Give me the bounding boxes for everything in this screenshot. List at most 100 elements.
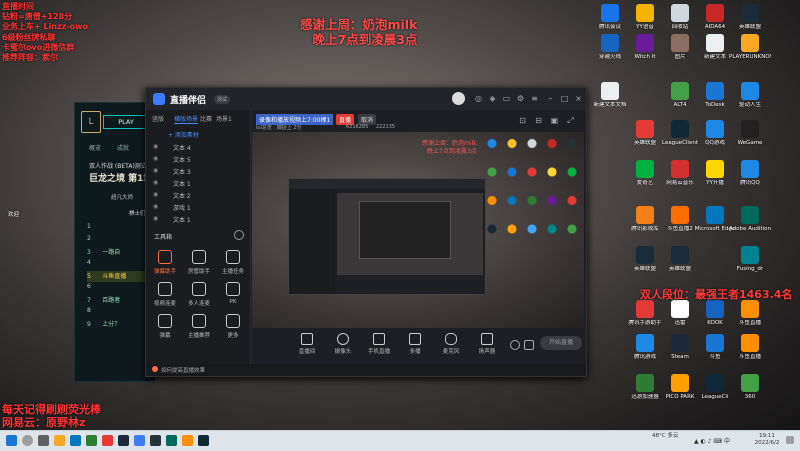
eye-icon[interactable]: ◉ <box>153 191 158 198</box>
add-source-button[interactable]: + 添加素材 <box>168 130 199 139</box>
desktop-icon[interactable]: 斗鱼直播2 <box>662 206 698 242</box>
tab-portrait[interactable]: 竖版 <box>152 114 164 123</box>
live-room-button[interactable]: 直播间 <box>292 332 322 355</box>
streamer-app-icon[interactable] <box>134 435 145 446</box>
more-tools-button[interactable]: 更多 <box>218 312 248 342</box>
start-live-button[interactable]: 开始直播 <box>540 336 582 350</box>
shirt-icon[interactable]: ◈ <box>488 94 497 103</box>
desktop-icon[interactable]: Adobe Audition <box>729 206 771 242</box>
lock-icon[interactable]: ⊡ <box>518 116 527 125</box>
clock[interactable]: 19:11 2022/6/2 <box>752 433 782 447</box>
desktop-icon[interactable]: LeagueCli <box>697 374 733 410</box>
status-text[interactable]: 如何提高直播效果 <box>161 366 205 374</box>
eye-icon[interactable]: ◉ <box>153 143 158 150</box>
layer-item[interactable]: ◉ 文本 1 <box>153 215 245 226</box>
speaker-button[interactable]: 扬声器 <box>472 332 502 355</box>
notification-icon[interactable] <box>786 436 794 444</box>
eye-icon[interactable]: ◉ <box>153 179 158 186</box>
desktop-icon[interactable]: 英雄联盟 <box>627 246 663 282</box>
gift-icon[interactable]: ◎ <box>474 94 483 103</box>
audition-icon[interactable] <box>166 435 177 446</box>
game-client-window[interactable]: L PLAY 概览 成就 双人作战 (BETA)测试 巨龙之境 第1章 超凡大师… <box>74 102 156 382</box>
screenshot-icon[interactable] <box>524 340 534 350</box>
douyu-icon[interactable] <box>182 435 193 446</box>
layer-item[interactable]: ◉ 文本 3 <box>153 167 245 178</box>
search-icon[interactable] <box>22 435 33 446</box>
stream-preview[interactable]: 感谢上周：奶泡milk 晚上7点到凌晨3点 <box>252 132 584 328</box>
close-icon[interactable]: × <box>574 94 583 103</box>
desktop-icon[interactable]: WeGame <box>732 120 768 156</box>
danmu-helper-button[interactable]: 弹幕助手 <box>150 248 180 278</box>
settings-icon[interactable]: ⚙ <box>516 94 525 103</box>
wechat-icon[interactable] <box>86 435 97 446</box>
file-explorer-icon[interactable] <box>54 435 65 446</box>
layer-item[interactable]: ◉ 文本 4 <box>153 143 245 154</box>
eye-icon[interactable]: ◉ <box>153 215 158 222</box>
screen-icon[interactable]: ▣ <box>550 116 559 125</box>
desktop-icon[interactable]: 腾讯QQ <box>732 160 768 196</box>
desktop-icon[interactable]: KOOK <box>697 300 733 336</box>
tab-landscape[interactable]: 横版场景 <box>174 114 199 124</box>
desktop-icon[interactable]: 360 <box>732 374 768 410</box>
chat-icon[interactable]: ▭ <box>502 94 511 103</box>
layer-item[interactable]: ◉ 游戏 1 <box>153 203 245 214</box>
desktop-icon[interactable]: 英雄联盟 <box>627 120 663 156</box>
multi-link-button[interactable]: 多人连麦 <box>184 280 214 310</box>
desktop-icon[interactable]: 图片 <box>662 34 698 70</box>
tray-icons[interactable]: ▲ ◐ ♪ ⌨ 中 <box>694 436 730 445</box>
desktop-icon[interactable]: 迅雷 <box>662 300 698 336</box>
danmu-button[interactable]: 弹幕 <box>150 312 180 342</box>
microphone-button[interactable]: 麦克风 <box>436 332 466 355</box>
pk-button[interactable]: PK <box>218 280 248 310</box>
layer-item[interactable]: ◉ 文本 5 <box>153 155 245 166</box>
toolbox-collapse-icon[interactable] <box>234 230 244 240</box>
desktop-icon[interactable]: QQ游戏 <box>697 120 733 156</box>
room-admin-button[interactable]: 房管助手 <box>184 248 214 278</box>
camera-button[interactable]: 摄像头 <box>328 332 358 355</box>
desktop-icon[interactable]: PLAYERUNKNOWN <box>729 34 771 70</box>
layer-item[interactable]: ◉ 文本 1 <box>153 179 245 190</box>
desktop-icon[interactable]: ToDesk <box>697 82 733 118</box>
eye-icon[interactable]: ◉ <box>153 155 158 162</box>
desktop-icon[interactable]: 腾讯游戏 <box>627 334 663 370</box>
desktop-icon[interactable]: 斗鱼直播 <box>732 300 768 336</box>
task-view-icon[interactable] <box>38 435 49 446</box>
streamer-task-button[interactable]: 主播任务 <box>218 248 248 278</box>
multicast-button[interactable]: 多播 <box>400 332 430 355</box>
minimize-icon[interactable]: – <box>546 94 555 103</box>
desktop-icon[interactable]: Fusing_dr <box>732 246 768 282</box>
menu-icon[interactable]: ≡ <box>530 94 539 103</box>
desktop-icon[interactable]: PICO PARK <box>662 374 698 410</box>
desktop-icon[interactable]: 新建文本文档 <box>592 82 628 118</box>
layer-item[interactable]: ◉ 文本 2 <box>153 191 245 202</box>
desktop-icon[interactable]: 穿越火线 <box>592 34 628 70</box>
play-button[interactable]: PLAY <box>103 115 149 129</box>
video-link-button[interactable]: 视频连麦 <box>150 280 180 310</box>
edge-icon[interactable] <box>70 435 81 446</box>
desktop-icon[interactable]: 斗鱼直播 <box>732 334 768 370</box>
desktop-icon[interactable]: 英雄联盟 <box>662 246 698 282</box>
desktop-icon[interactable]: 斗鱼 <box>697 334 733 370</box>
app-titlebar[interactable]: 直播伴侣 测试 ◎ ◈ ▭ ⚙ ≡ – □ × <box>146 88 586 110</box>
maximize-icon[interactable]: □ <box>560 94 569 103</box>
desktop-icon[interactable]: LeagueClient <box>662 120 698 156</box>
recommend-button[interactable]: 主播推荐 <box>184 312 214 342</box>
desktop-icon[interactable]: YY开播 <box>697 160 733 196</box>
desktop-icon[interactable]: 爱奇艺 <box>627 160 663 196</box>
desktop-icon[interactable]: 迅游加速器 <box>627 374 663 410</box>
desktop-icon[interactable]: 网易云音乐 <box>662 160 698 196</box>
record-icon[interactable] <box>510 340 520 350</box>
desktop-icon[interactable]: 腾讯影视库 <box>627 206 663 242</box>
tab-scene1[interactable]: 场景1 <box>216 114 232 123</box>
weather-widget[interactable]: 48°C 多云 <box>652 433 680 440</box>
streamer-app-window[interactable]: 直播伴侣 测试 ◎ ◈ ▭ ⚙ ≡ – □ × 竖版 横版场景 比赛 场景1 +… <box>145 87 587 377</box>
desktop-icon[interactable]: Witch It <box>627 34 663 70</box>
desktop-icon[interactable]: Steam <box>662 334 698 370</box>
nav-overview[interactable]: 概览 <box>89 143 101 152</box>
phone-live-button[interactable]: 手机直播 <box>364 332 394 355</box>
eye-icon[interactable]: ◉ <box>153 203 158 210</box>
eye-icon[interactable]: ◉ <box>153 167 158 174</box>
desktop-icon[interactable]: Microsoft Edge <box>695 206 735 242</box>
desktop-icon[interactable]: 新建文本 <box>697 34 733 70</box>
crop-icon[interactable]: ⊟ <box>534 116 543 125</box>
